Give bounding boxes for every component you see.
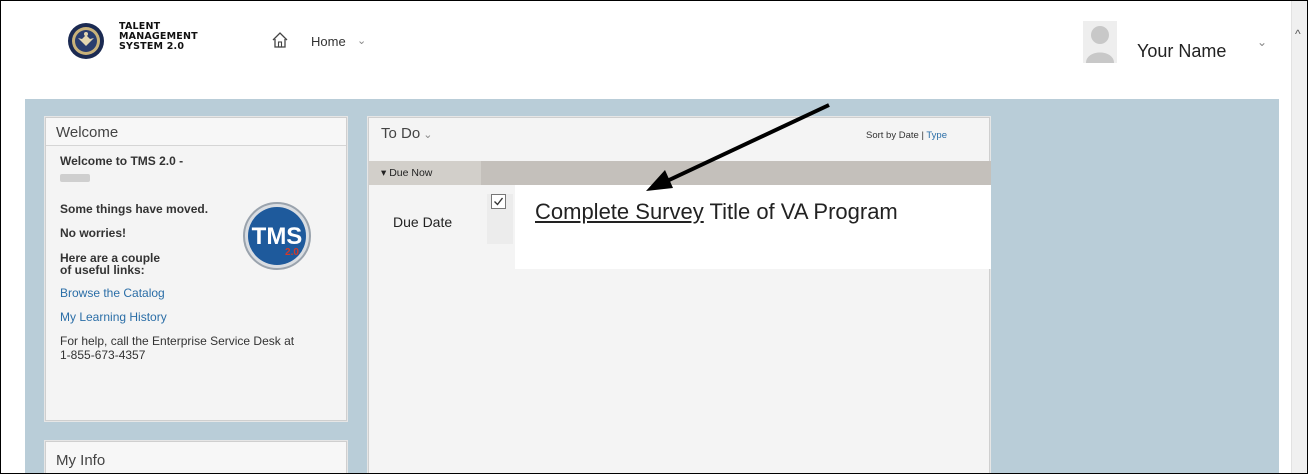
- todo-item-title: Complete Survey Title of VA Program: [535, 199, 898, 225]
- tms-2-logo-icon: TMS 2.0: [243, 202, 311, 270]
- home-icon[interactable]: [271, 31, 289, 49]
- user-name[interactable]: Your Name: [1137, 41, 1226, 62]
- todo-title-label[interactable]: To Do: [381, 125, 420, 142]
- checkbox-column: [487, 194, 513, 244]
- welcome-card-title: Welcome: [46, 118, 346, 146]
- redacted-name: [60, 174, 90, 182]
- page-content: Welcome Welcome to TMS 2.0 - Some things…: [25, 99, 1279, 473]
- my-info-card: My Info: [45, 441, 347, 473]
- welcome-card-body: Welcome to TMS 2.0 - Some things have mo…: [46, 146, 346, 370]
- user-avatar-icon[interactable]: [1083, 21, 1117, 63]
- my-info-title: My Info: [46, 442, 346, 470]
- todo-card: To Do ⌄ Sort by Date | Type ▾ Due Now Due…: [368, 117, 991, 473]
- program-title: Title of VA Program: [703, 199, 898, 224]
- top-header: TALENT MANAGEMENT SYSTEM 2.0 Home ⌄ Your…: [1, 1, 1291, 99]
- due-now-group-header[interactable]: ▾ Due Now: [369, 161, 991, 185]
- chevron-down-icon[interactable]: ⌄: [423, 129, 432, 141]
- browse-catalog-link[interactable]: Browse the Catalog: [60, 286, 332, 300]
- checkmark-icon: [494, 197, 504, 206]
- due-date-label: Due Date: [393, 214, 453, 230]
- chevron-down-icon[interactable]: ⌄: [357, 34, 366, 47]
- home-menu-label[interactable]: Home: [311, 34, 346, 49]
- help-text: For help, call the Enterprise Service De…: [60, 334, 295, 348]
- help-phone: 1-855-673-4357: [60, 348, 146, 362]
- tms-logo-version: 2.0: [285, 247, 299, 258]
- tms-logo-text: TMS: [252, 223, 303, 250]
- chevron-down-icon[interactable]: ⌄: [1257, 35, 1267, 49]
- sort-by-type-link[interactable]: Type: [926, 130, 947, 141]
- va-seal-icon: [68, 23, 104, 59]
- tms-logo[interactable]: TALENT MANAGEMENT SYSTEM 2.0: [61, 19, 261, 69]
- item-checkbox[interactable]: [491, 194, 506, 209]
- due-now-label[interactable]: ▾ Due Now: [381, 167, 432, 179]
- logo-text: TALENT MANAGEMENT SYSTEM 2.0: [119, 22, 198, 52]
- todo-item-panel: [515, 185, 991, 269]
- sort-by-date[interactable]: Sort by Date |: [866, 130, 926, 141]
- complete-survey-link[interactable]: Complete Survey: [535, 199, 704, 224]
- learning-history-link[interactable]: My Learning History: [60, 310, 332, 324]
- browser-frame: TALENT MANAGEMENT SYSTEM 2.0 Home ⌄ Your…: [0, 0, 1308, 474]
- vertical-scrollbar[interactable]: ^: [1291, 1, 1307, 473]
- welcome-card: Welcome Welcome to TMS 2.0 - Some things…: [45, 117, 347, 421]
- logo-line-3: SYSTEM 2.0: [119, 41, 185, 52]
- scroll-up-icon[interactable]: ^: [1295, 27, 1301, 41]
- welcome-heading: Welcome to TMS 2.0 -: [60, 154, 184, 168]
- sort-options: Sort by Date | Type: [866, 130, 947, 141]
- todo-title[interactable]: To Do ⌄: [381, 125, 432, 142]
